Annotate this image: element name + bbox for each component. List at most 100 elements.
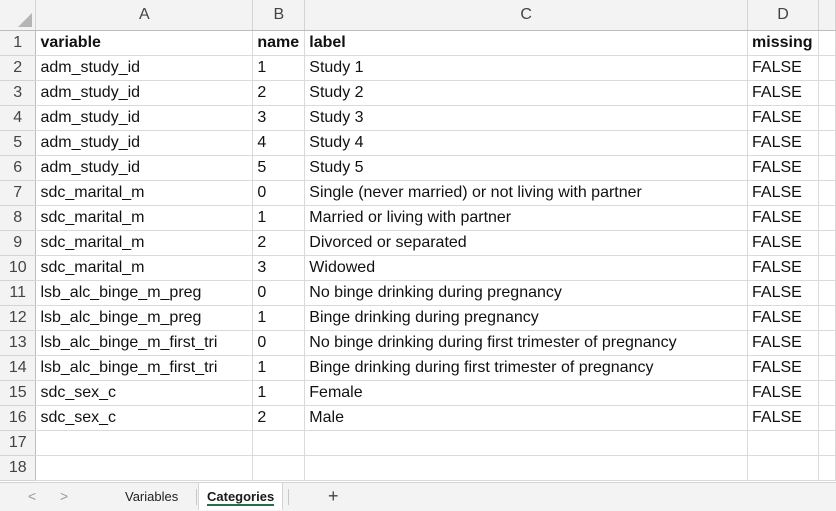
prev-sheet-icon[interactable]: < [28,488,36,504]
cell-e[interactable] [818,55,836,81]
row-header[interactable]: 11 [0,280,37,306]
cell-d[interactable]: FALSE [747,155,819,181]
cell-e[interactable] [818,205,836,231]
cell-c[interactable]: No binge drinking during pregnancy [304,280,749,306]
tab-variables[interactable]: Variables [117,483,186,510]
cell-b[interactable]: 4 [252,130,306,156]
row-header[interactable]: 10 [0,255,37,281]
cell-b[interactable]: 0 [252,280,306,306]
cell-a[interactable]: sdc_sex_c [35,380,254,406]
cell-d[interactable]: FALSE [747,305,819,331]
row-header[interactable]: 1 [0,30,37,56]
cell-a[interactable]: sdc_marital_m [35,180,254,206]
row-header[interactable]: 17 [0,430,37,456]
cell-a[interactable] [35,430,254,456]
row-header[interactable]: 7 [0,180,37,206]
cell-a[interactable]: adm_study_id [35,155,254,181]
cell-b[interactable]: 1 [252,355,306,381]
select-all-corner[interactable] [0,0,37,31]
row-header[interactable]: 6 [0,155,37,181]
cell-c[interactable]: Study 1 [304,55,749,81]
cell-d[interactable] [747,430,819,456]
cell-c[interactable]: Binge drinking during first trimester of… [304,355,749,381]
cell-d[interactable]: FALSE [747,230,819,256]
cell-c[interactable]: Female [304,380,749,406]
row-header[interactable]: 16 [0,405,37,431]
cell-a[interactable]: sdc_marital_m [35,255,254,281]
cell-e[interactable] [818,430,836,456]
cell-e[interactable] [818,255,836,281]
cell-c[interactable]: Widowed [304,255,749,281]
cell-a[interactable]: adm_study_id [35,80,254,106]
row-header[interactable]: 18 [0,455,37,481]
cell-d[interactable]: FALSE [747,380,819,406]
cell-c[interactable] [304,455,749,481]
cell-e[interactable] [818,330,836,356]
cell-a[interactable]: sdc_marital_m [35,205,254,231]
add-sheet-button[interactable]: + [328,486,339,507]
cell-b[interactable]: 3 [252,255,306,281]
cell-b[interactable]: 1 [252,205,306,231]
cell-b[interactable] [252,455,306,481]
row-header[interactable]: 13 [0,330,37,356]
cell-b[interactable]: 3 [252,105,306,131]
cell-a[interactable]: lsb_alc_binge_m_preg [35,280,254,306]
tab-categories[interactable]: Categories [198,483,284,510]
cell-e[interactable] [818,80,836,106]
row-header[interactable]: 12 [0,305,37,331]
cell-a[interactable]: variable [35,30,254,56]
cell-a[interactable]: adm_study_id [35,105,254,131]
cell-e[interactable] [818,30,836,56]
row-header[interactable]: 3 [0,80,37,106]
row-header[interactable]: 14 [0,355,37,381]
column-header-a[interactable]: A [35,0,254,31]
cell-b[interactable]: 1 [252,305,306,331]
cell-e[interactable] [818,280,836,306]
cell-c[interactable]: Male [304,405,749,431]
cell-b[interactable]: 2 [252,230,306,256]
cell-c[interactable]: No binge drinking during first trimester… [304,330,749,356]
cell-d[interactable]: FALSE [747,355,819,381]
cell-a[interactable]: lsb_alc_binge_m_first_tri [35,330,254,356]
cell-c[interactable]: Binge drinking during pregnancy [304,305,749,331]
cell-d[interactable]: FALSE [747,255,819,281]
cell-e[interactable] [818,455,836,481]
row-header[interactable]: 15 [0,380,37,406]
cell-e[interactable] [818,130,836,156]
cell-a[interactable]: adm_study_id [35,130,254,156]
cell-a[interactable]: lsb_alc_binge_m_first_tri [35,355,254,381]
cell-d[interactable]: FALSE [747,180,819,206]
cell-a[interactable]: sdc_sex_c [35,405,254,431]
cell-d[interactable]: FALSE [747,105,819,131]
cell-d[interactable]: FALSE [747,205,819,231]
cell-e[interactable] [818,230,836,256]
column-header-b[interactable]: B [252,0,306,31]
cell-b[interactable]: name [252,30,306,56]
cell-d[interactable]: FALSE [747,80,819,106]
cell-c[interactable]: Divorced or separated [304,230,749,256]
column-header-e[interactable] [818,0,836,31]
cell-c[interactable] [304,430,749,456]
cell-d[interactable]: FALSE [747,55,819,81]
cell-c[interactable]: Study 2 [304,80,749,106]
cell-c[interactable]: Study 4 [304,130,749,156]
cell-b[interactable]: 1 [252,55,306,81]
cell-a[interactable]: sdc_marital_m [35,230,254,256]
cell-e[interactable] [818,355,836,381]
cell-b[interactable]: 0 [252,180,306,206]
row-header[interactable]: 4 [0,105,37,131]
cell-b[interactable] [252,430,306,456]
cell-c[interactable]: Single (never married) or not living wit… [304,180,749,206]
cell-d[interactable]: FALSE [747,280,819,306]
next-sheet-icon[interactable]: > [60,488,68,504]
cell-d[interactable] [747,455,819,481]
cell-e[interactable] [818,380,836,406]
cell-c[interactable]: Married or living with partner [304,205,749,231]
cell-c[interactable]: Study 5 [304,155,749,181]
cell-a[interactable]: lsb_alc_binge_m_preg [35,305,254,331]
cell-b[interactable]: 5 [252,155,306,181]
cell-c[interactable]: Study 3 [304,105,749,131]
column-header-c[interactable]: C [304,0,749,31]
cell-e[interactable] [818,155,836,181]
cell-b[interactable]: 2 [252,80,306,106]
